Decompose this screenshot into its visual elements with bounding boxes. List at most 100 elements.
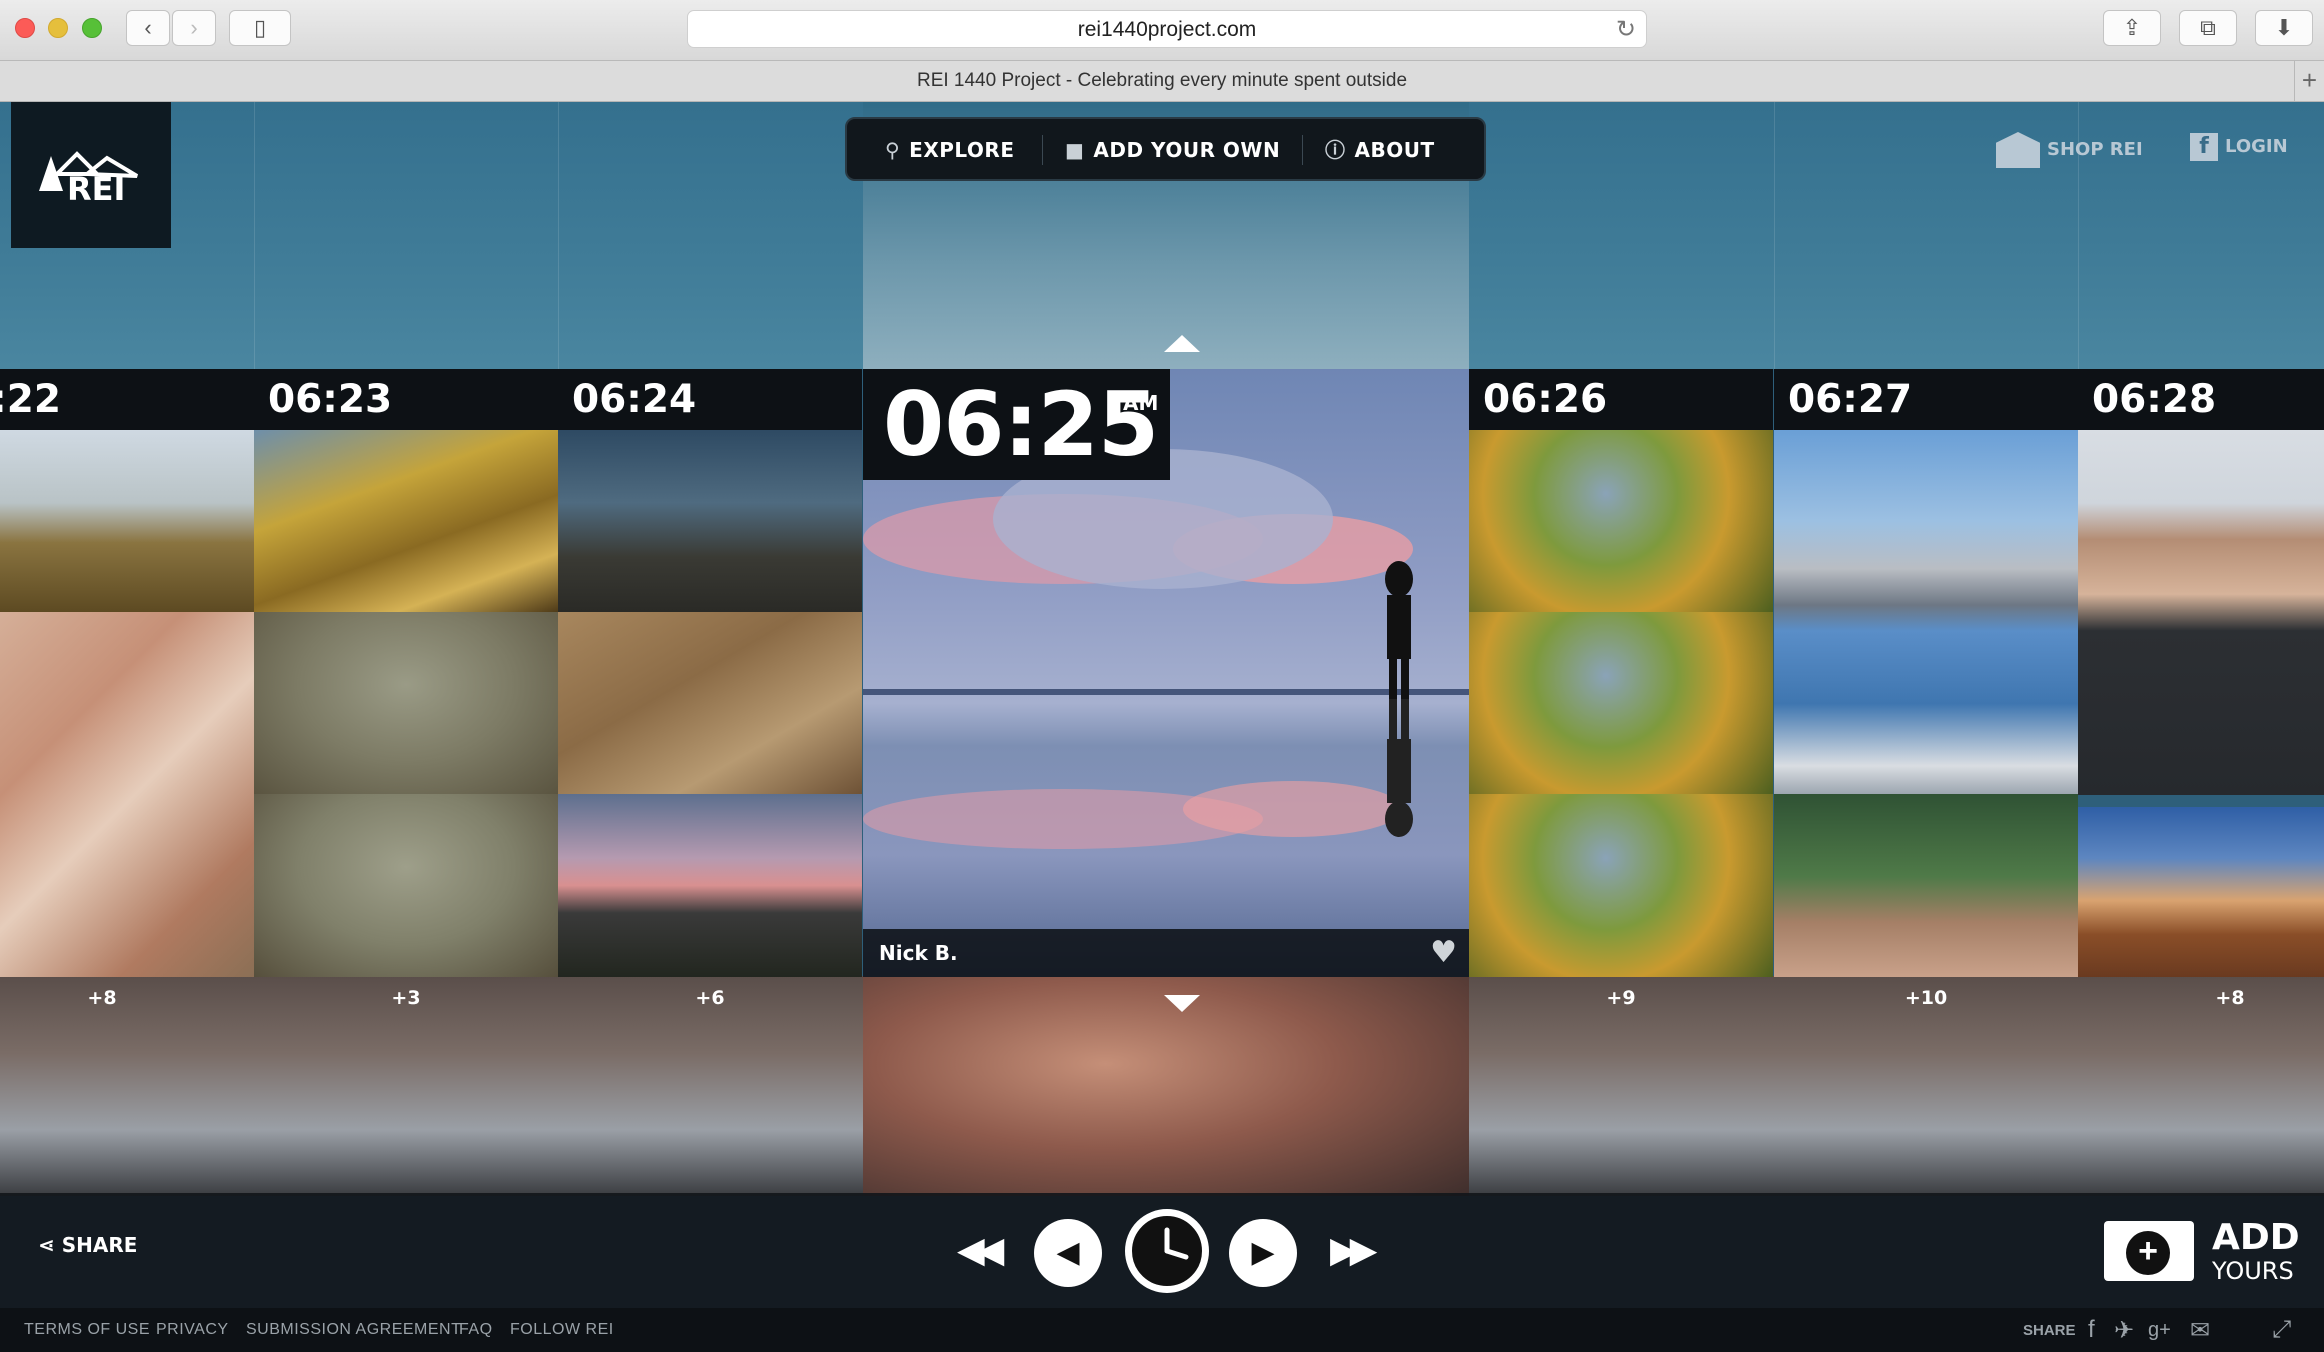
google-plus-icon[interactable]: g+ — [2148, 1319, 2171, 1342]
photo-tile[interactable] — [254, 612, 558, 794]
heart-icon[interactable]: ♥ — [1430, 929, 1457, 977]
explore-link[interactable]: ⚲ EXPLORE — [885, 135, 1015, 165]
next-photo-arrow[interactable] — [1164, 995, 1200, 1012]
photo-tile[interactable] — [254, 794, 558, 977]
column-divider — [558, 102, 559, 369]
back-button[interactable]: ‹ — [126, 10, 170, 46]
minute-time[interactable]: 06:23 — [254, 369, 558, 430]
minimize-window-button[interactable] — [48, 18, 68, 38]
close-window-button[interactable] — [15, 18, 35, 38]
facebook-icon[interactable]: f — [2088, 1316, 2095, 1344]
add-yours-line1: ADD — [2212, 1217, 2300, 1258]
new-tab-button[interactable]: + — [2294, 61, 2324, 101]
more-photos-count[interactable]: +8 — [2078, 987, 2324, 1009]
footer-share-label: SHARE — [2023, 1322, 2076, 1339]
photo-tile[interactable] — [558, 430, 862, 612]
photo-tile[interactable] — [0, 430, 254, 612]
submission-agreement-link[interactable]: SUBMISSION AGREEMENT — [246, 1321, 461, 1339]
main-nav: ⚲ EXPLORE ■ ADD YOUR OWN ⓘ ABOUT — [845, 117, 1486, 181]
photo-tile[interactable] — [558, 612, 862, 794]
terms-link[interactable]: TERMS OF USE — [24, 1321, 150, 1339]
previous-button[interactable]: ◀ — [1034, 1219, 1102, 1287]
play-icon: ▶ — [1251, 1236, 1275, 1269]
column-divider — [1774, 102, 1775, 369]
fast-forward-button[interactable]: ▶▶ — [1330, 1229, 1377, 1271]
rewind-icon: ◀◀ — [957, 1229, 1004, 1270]
mail-icon[interactable]: ✉ — [2190, 1316, 2210, 1345]
clock-icon — [1164, 1227, 1189, 1260]
minute-time[interactable]: 06:24 — [558, 369, 862, 430]
more-photos-count[interactable]: +8 — [0, 987, 254, 1009]
tabs-icon: ⧉ — [2200, 15, 2216, 40]
nav-divider — [1302, 135, 1303, 165]
login-link[interactable]: f LOGIN — [2190, 132, 2288, 162]
add-yours-button[interactable]: + ADD YOURS — [2104, 1217, 2324, 1287]
photo-tile[interactable] — [1774, 430, 2078, 795]
featured-time-value: 06:25 — [883, 373, 1159, 476]
rei-logo[interactable]: REI — [11, 102, 171, 248]
photo-tile[interactable] — [254, 430, 558, 612]
address-bar[interactable]: rei1440project.com ↻ — [687, 10, 1647, 48]
tab-title[interactable]: REI 1440 Project - Celebrating every min… — [917, 70, 1407, 91]
faq-link[interactable]: FAQ — [459, 1321, 493, 1339]
forward-button[interactable]: › — [172, 10, 216, 46]
minute-time[interactable]: 6:22 — [0, 369, 254, 430]
minute-time[interactable]: 06:28 — [2078, 369, 2324, 430]
twitter-icon[interactable]: ✈ — [2114, 1316, 2134, 1345]
more-photos-count[interactable]: +3 — [254, 987, 558, 1009]
camera-icon: + — [2104, 1221, 2194, 1281]
follow-rei-link[interactable]: FOLLOW REI — [510, 1321, 614, 1339]
featured-time: 06:25 AM — [863, 369, 1170, 480]
about-label: ABOUT — [1354, 138, 1435, 162]
photo-tile[interactable] — [558, 794, 862, 977]
previous-photo-arrow[interactable] — [1164, 335, 1200, 352]
fullscreen-icon[interactable]: ⤢ — [2272, 1316, 2291, 1344]
maximize-window-button[interactable] — [82, 18, 102, 38]
photo-author[interactable]: Nick B. — [879, 941, 958, 965]
photo-tile[interactable] — [2078, 807, 2324, 977]
prev-icon: ◀ — [1056, 1236, 1080, 1269]
search-icon: ⚲ — [885, 138, 901, 162]
camera-icon: ■ — [1065, 138, 1085, 162]
show-tabs-button[interactable]: ⧉ — [2179, 10, 2237, 46]
shop-rei-link[interactable]: SHOP REI — [1996, 132, 2143, 168]
svg-text:REI: REI — [67, 170, 125, 206]
player-bar: ⋖ SHARE ◀◀ ◀ ▶ ▶▶ + ADD YOURS — [0, 1193, 2324, 1308]
column-divider — [254, 102, 255, 369]
minute-time[interactable]: 06:26 — [1469, 369, 1773, 430]
add-your-own-label: ADD YOUR OWN — [1093, 138, 1281, 162]
download-icon: ⬇ — [2274, 15, 2294, 40]
more-photos-count[interactable]: +9 — [1469, 987, 1773, 1009]
browser-toolbar: ‹ › ▯ rei1440project.com ↻ ⇪ ⧉ ⬇ — [0, 0, 2324, 61]
about-link[interactable]: ⓘ ABOUT — [1325, 135, 1435, 165]
rewind-button[interactable]: ◀◀ — [957, 1229, 1004, 1271]
facebook-icon: f — [2190, 133, 2218, 161]
minute-time[interactable]: 06:27 — [1774, 369, 2078, 430]
photo-tile[interactable] — [1469, 794, 1773, 977]
photo-tile[interactable] — [1469, 612, 1773, 794]
photo-caption: Nick B. ♥ — [863, 929, 1469, 977]
browser-window: ‹ › ▯ rei1440project.com ↻ ⇪ ⧉ ⬇ REI 144… — [0, 0, 2324, 1352]
fast-forward-icon: ▶▶ — [1330, 1229, 1377, 1270]
photo-tile[interactable] — [2078, 430, 2324, 795]
rei-logo-mark: REI — [39, 151, 139, 206]
photo-tile[interactable] — [1774, 794, 2078, 977]
share-button[interactable]: ⋖ SHARE — [38, 1233, 137, 1257]
add-your-own-link[interactable]: ■ ADD YOUR OWN — [1065, 135, 1280, 165]
sidebar-button[interactable]: ▯ — [229, 10, 291, 46]
more-photos-count[interactable]: +6 — [558, 987, 862, 1009]
reload-icon[interactable]: ↻ — [1616, 11, 1636, 48]
rei-1440-page: REI ⚲ EXPLORE ■ ADD YOUR OWN ⓘ ABOUT SHOP R… — [0, 102, 2324, 1352]
photo-tile[interactable] — [0, 612, 254, 977]
clock-button[interactable] — [1125, 1209, 1209, 1293]
play-button[interactable]: ▶ — [1229, 1219, 1297, 1287]
privacy-link[interactable]: PRIVACY — [156, 1321, 229, 1339]
more-photos-count[interactable]: +10 — [1774, 987, 2078, 1009]
downloads-button[interactable]: ⬇ — [2255, 10, 2313, 46]
info-icon: ⓘ — [1325, 138, 1346, 162]
photo-tile[interactable] — [1469, 430, 1773, 612]
share-label: SHARE — [61, 1233, 138, 1257]
url-text: rei1440project.com — [1077, 18, 1257, 41]
share-icon: ⋖ — [38, 1233, 55, 1257]
share-button[interactable]: ⇪ — [2103, 10, 2161, 46]
